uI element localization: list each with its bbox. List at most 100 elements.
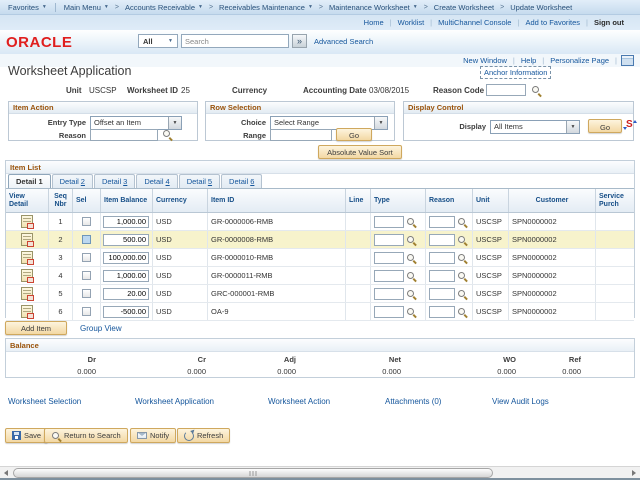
tab-label: Detail (144, 177, 164, 186)
type-input[interactable] (374, 287, 404, 300)
item-action-reason-lookup-icon[interactable] (162, 129, 172, 139)
view-detail-icon[interactable] (21, 251, 34, 265)
breadcrumb-maintenance-worksheet[interactable]: Maintenance Worksheet ▼ (329, 3, 418, 12)
type-input[interactable] (374, 269, 404, 282)
new-window-link[interactable]: New Window (463, 56, 507, 65)
worklist-link[interactable]: Worklist (398, 18, 425, 27)
view-detail-icon[interactable] (21, 269, 34, 283)
item-balance-input[interactable] (103, 269, 149, 282)
select-checkbox[interactable] (82, 271, 91, 280)
select-checkbox[interactable] (82, 307, 91, 316)
type-input[interactable] (374, 233, 404, 246)
reason-lookup-icon[interactable] (457, 307, 467, 317)
advanced-search-link[interactable]: Advanced Search (314, 37, 373, 46)
scrollbar-thumb[interactable] (13, 468, 493, 478)
multichannel-console-link[interactable]: MultiChannel Console (438, 18, 511, 27)
scroll-left-arrow[interactable] (1, 468, 11, 478)
sign-out-link[interactable]: Sign out (594, 18, 624, 27)
anchor-information-link[interactable]: Anchor Information (480, 66, 552, 79)
view-audit-logs-link[interactable]: View Audit Logs (492, 397, 549, 406)
type-input[interactable] (374, 305, 404, 318)
type-input[interactable] (374, 215, 404, 228)
tab-detail-6[interactable]: Detail 6 (221, 174, 263, 188)
link-separator: | (615, 56, 617, 65)
item-balance-input[interactable] (103, 215, 149, 228)
tab-detail-2[interactable]: Detail 2 (51, 174, 93, 188)
reason-input[interactable] (429, 215, 455, 228)
item-balance-input[interactable] (103, 233, 149, 246)
select-checkbox[interactable] (82, 235, 91, 244)
range-go-button[interactable]: Go (336, 128, 372, 141)
scroll-right-arrow[interactable] (629, 468, 639, 478)
col-view-detail: View Detail (6, 189, 49, 212)
view-detail-icon[interactable] (21, 305, 34, 319)
absolute-value-sort-button[interactable]: Absolute Value Sort (318, 145, 402, 159)
return-to-search-button[interactable]: Return to Search (44, 428, 128, 443)
type-input[interactable] (374, 251, 404, 264)
type-lookup-icon[interactable] (406, 253, 416, 263)
breadcrumb-main-menu[interactable]: Main Menu ▼ (64, 3, 109, 12)
reason-lookup-icon[interactable] (457, 217, 467, 227)
view-detail-icon[interactable] (21, 233, 34, 247)
search-go-button[interactable]: » (292, 34, 307, 48)
worksheet-selection-link[interactable]: Worksheet Selection (8, 397, 81, 406)
breadcrumb-update-worksheet[interactable]: Update Worksheet (510, 3, 572, 12)
display-go-button[interactable]: Go (588, 119, 622, 133)
search-input[interactable] (181, 34, 289, 48)
type-cell (371, 267, 426, 284)
type-lookup-icon[interactable] (406, 235, 416, 245)
item-balance-input[interactable] (103, 251, 149, 264)
type-lookup-icon[interactable] (406, 217, 416, 227)
select-checkbox[interactable] (82, 253, 91, 262)
tab-detail-5[interactable]: Detail 5 (178, 174, 221, 188)
type-lookup-icon[interactable] (406, 271, 416, 281)
reason-input[interactable] (429, 287, 455, 300)
home-link[interactable]: Home (364, 18, 384, 27)
worksheet-action-link[interactable]: Worksheet Action (268, 397, 330, 406)
reason-input[interactable] (429, 251, 455, 264)
notify-button[interactable]: Notify (130, 428, 177, 443)
breadcrumb-accounts-receivable[interactable]: Accounts Receivable ▼ (125, 3, 203, 12)
personalize-layout-icon[interactable] (621, 55, 634, 66)
tab-detail-3[interactable]: Detail 3 (93, 174, 136, 188)
select-checkbox[interactable] (82, 217, 91, 226)
breadcrumb-favorites[interactable]: Favorites ▼ (8, 3, 47, 12)
tab-detail-1[interactable]: Detail 1 (8, 174, 51, 188)
breadcrumb-create-worksheet[interactable]: Create Worksheet (434, 3, 494, 12)
reason-lookup-icon[interactable] (457, 271, 467, 281)
tab-detail-4[interactable]: Detail 4 (136, 174, 178, 188)
group-view-link[interactable]: Group View (80, 324, 122, 333)
item-action-reason-input[interactable] (90, 129, 158, 141)
reason-code-input[interactable] (486, 84, 526, 96)
view-detail-icon[interactable] (21, 215, 34, 229)
item-balance-input[interactable] (103, 287, 149, 300)
reason-code-lookup-icon[interactable] (531, 85, 541, 95)
add-to-favorites-link[interactable]: Add to Favorites (525, 18, 580, 27)
search-scope-select[interactable]: All ▼ (138, 34, 178, 48)
reason-lookup-icon[interactable] (457, 289, 467, 299)
reason-lookup-icon[interactable] (457, 235, 467, 245)
type-lookup-icon[interactable] (406, 307, 416, 317)
attachments-link[interactable]: Attachments (0) (385, 397, 441, 406)
reason-lookup-icon[interactable] (457, 253, 467, 263)
breadcrumb-receivables-maintenance[interactable]: Receivables Maintenance ▼ (219, 3, 313, 12)
help-link[interactable]: Help (521, 56, 536, 65)
item-balance-input[interactable] (103, 305, 149, 318)
link-separator: | (430, 18, 433, 27)
type-lookup-icon[interactable] (406, 289, 416, 299)
refresh-button[interactable]: Refresh (177, 428, 231, 443)
add-item-button[interactable]: Add Item (5, 321, 67, 335)
reason-input[interactable] (429, 305, 455, 318)
personalize-page-link[interactable]: Personalize Page (550, 56, 609, 65)
select-checkbox[interactable] (82, 289, 91, 298)
range-input[interactable] (270, 129, 332, 141)
entry-type-select[interactable]: Offset an Item (90, 116, 182, 130)
reason-input[interactable] (429, 233, 455, 246)
currency-conversion-icon[interactable]: S (623, 120, 637, 130)
view-detail-icon[interactable] (21, 287, 34, 301)
seq-nbr-cell: 5 (49, 285, 73, 302)
save-button[interactable]: Save (5, 428, 49, 443)
display-select[interactable]: All Items (490, 120, 580, 134)
worksheet-application-link[interactable]: Worksheet Application (135, 397, 214, 406)
reason-input[interactable] (429, 269, 455, 282)
